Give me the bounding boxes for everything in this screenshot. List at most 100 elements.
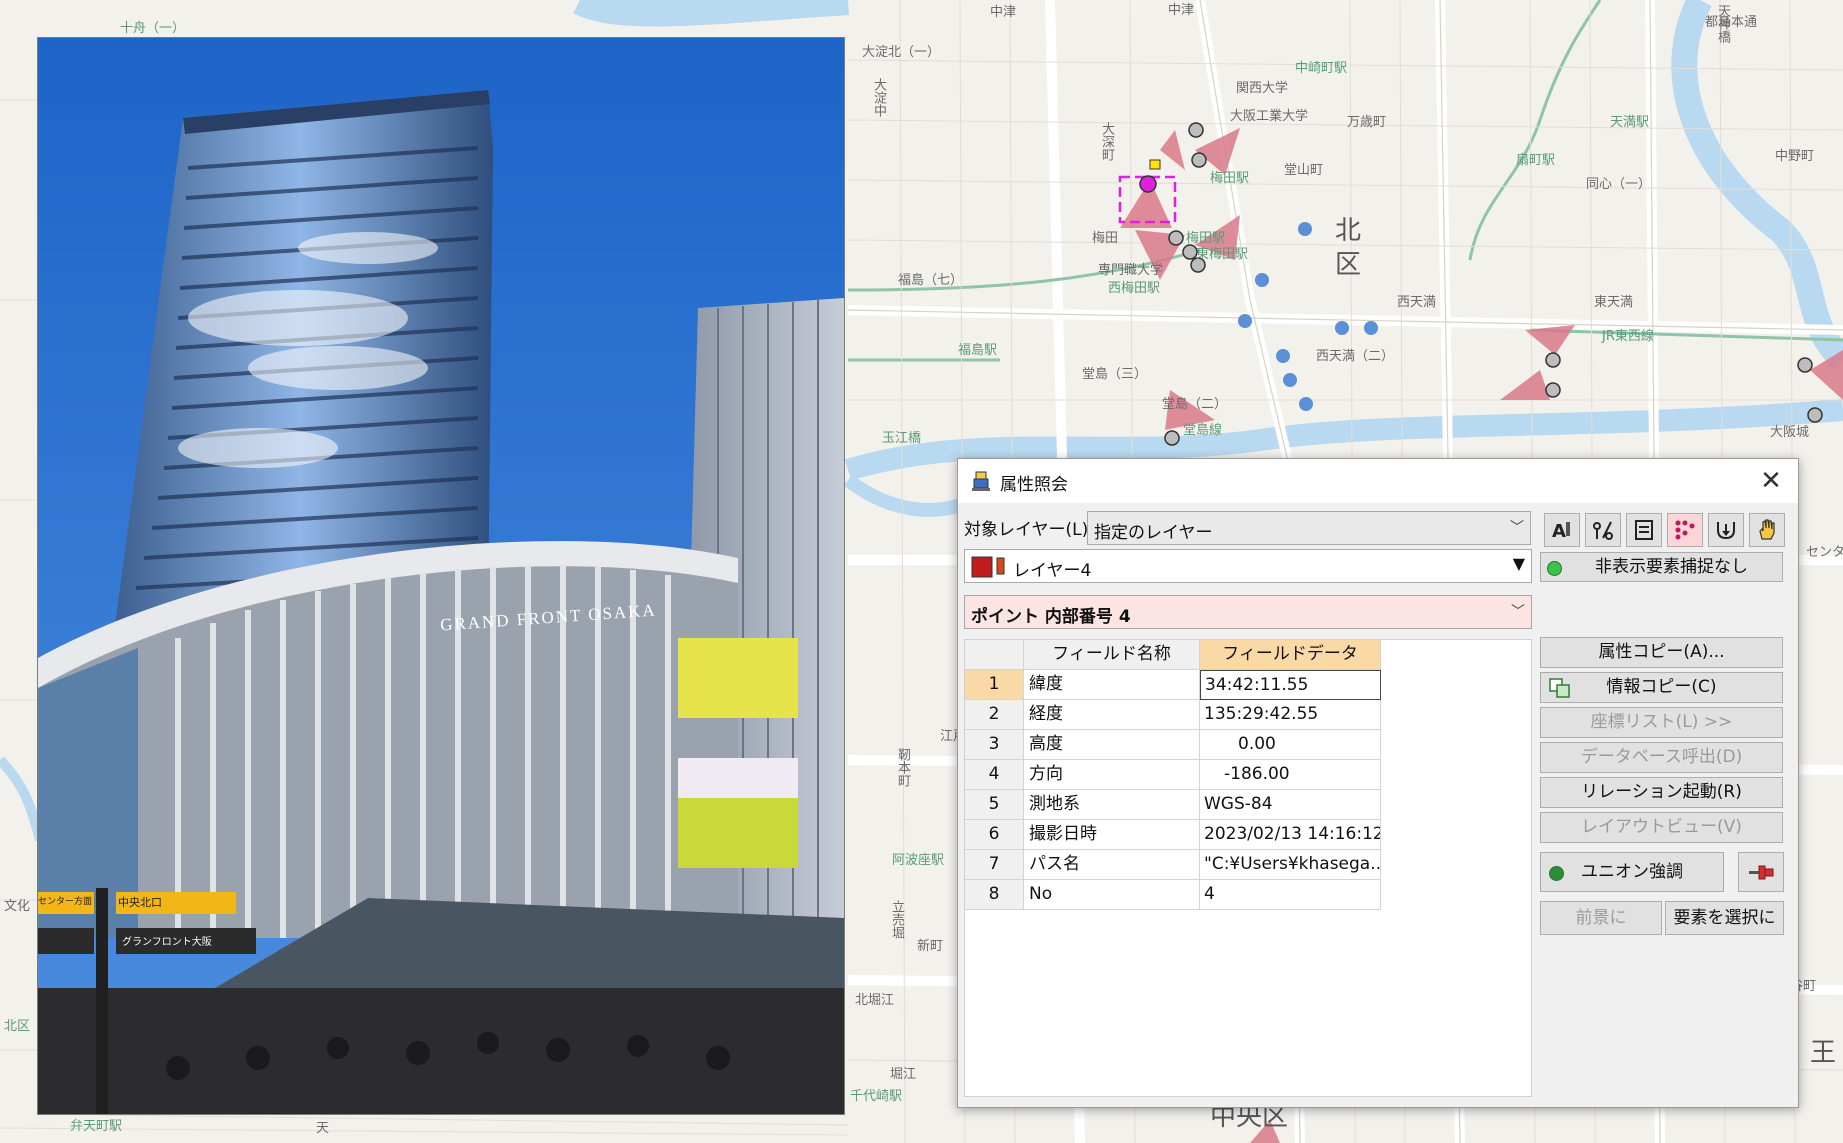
element-select[interactable]: ポイント 内部番号 4 ﹀ bbox=[964, 595, 1532, 629]
hidden-capture-label: 非表示要素捕捉なし bbox=[1595, 557, 1748, 577]
row-number[interactable]: 8 bbox=[965, 880, 1024, 910]
foreground-button[interactable]: 前景に bbox=[1540, 901, 1662, 935]
map-label: 堂島線 bbox=[1183, 423, 1223, 438]
map-label: 堂島（三） bbox=[1082, 367, 1148, 382]
row-number[interactable]: 4 bbox=[965, 760, 1024, 790]
row-number[interactable]: 1 bbox=[965, 670, 1024, 700]
field-data-cell[interactable]: 2023/02/13 14:16:12 bbox=[1200, 820, 1381, 850]
map-label: 十舟（一） bbox=[120, 21, 186, 36]
dotted-path-icon bbox=[1675, 520, 1695, 540]
pin-button[interactable] bbox=[1738, 852, 1784, 892]
row-number[interactable]: 5 bbox=[965, 790, 1024, 820]
union-highlight-button[interactable]: ユニオン強調 bbox=[1540, 852, 1724, 892]
field-name-header[interactable]: フィールド名称 bbox=[1024, 640, 1200, 670]
field-name-cell[interactable]: 緯度 bbox=[1024, 670, 1200, 700]
select-element-button[interactable]: 要素を選択に bbox=[1665, 901, 1784, 935]
map-label: 新町 bbox=[917, 939, 944, 954]
map-label: 関西大学 bbox=[1236, 81, 1289, 96]
map-label: 堂島（二） bbox=[1162, 397, 1228, 412]
hand-icon bbox=[1759, 519, 1775, 540]
map-label: JR東西線 bbox=[1602, 329, 1654, 344]
field-name-cell[interactable]: 高度 bbox=[1024, 730, 1200, 760]
pick-icon bbox=[1717, 522, 1735, 540]
map-label: 区 bbox=[1335, 250, 1362, 280]
measure-icon bbox=[1593, 521, 1613, 540]
svg-text:A: A bbox=[1552, 521, 1566, 542]
field-data-cell[interactable]: -186.00 bbox=[1200, 760, 1381, 790]
map-label: 靭本町 bbox=[895, 748, 910, 787]
field-name-cell[interactable]: 測地系 bbox=[1024, 790, 1200, 820]
map-label: 中野町 bbox=[1775, 149, 1815, 164]
field-data-cell[interactable]: "C:¥Users¥khasega... bbox=[1200, 850, 1381, 880]
attribute-table[interactable]: フィールド名称 フィールドデータ 1 緯度 34:42:11.55 2 経度 135:29… bbox=[964, 639, 1532, 1097]
field-name-cell[interactable]: No bbox=[1024, 880, 1200, 910]
info-copy-button[interactable]: 情報コピー(C) bbox=[1540, 672, 1783, 703]
field-data-cell[interactable]: 34:42:11.55 bbox=[1200, 670, 1381, 700]
map-label: 専門職大学 bbox=[1098, 263, 1164, 278]
map-label: 東天満 bbox=[1594, 295, 1634, 310]
map-label: 西梅田駅 bbox=[1108, 281, 1161, 296]
close-button[interactable]: ✕ bbox=[1754, 465, 1788, 497]
field-name-cell[interactable]: 方向 bbox=[1024, 760, 1200, 790]
map-label: 梅田駅 bbox=[1186, 231, 1226, 246]
field-data-cell[interactable]: 135:29:42.55 bbox=[1200, 700, 1381, 730]
app-icon bbox=[972, 471, 990, 491]
sign-right-top: 中央北口 bbox=[118, 896, 162, 909]
map-label: 大深町 bbox=[1099, 122, 1114, 161]
pick-tool-button[interactable] bbox=[1708, 513, 1744, 547]
status-led-icon bbox=[1547, 561, 1562, 576]
map-label: 弁天町駅 bbox=[70, 1119, 123, 1134]
map-label: センター bbox=[1806, 545, 1843, 560]
map-label: 文化 bbox=[4, 899, 31, 914]
database-call-button[interactable]: データベース呼出(D) bbox=[1540, 742, 1783, 773]
row-number[interactable]: 7 bbox=[965, 850, 1024, 880]
field-name-cell[interactable]: 経度 bbox=[1024, 700, 1200, 730]
row-number[interactable]: 6 bbox=[965, 820, 1024, 850]
map-label: 立売堀 bbox=[889, 900, 904, 939]
target-layer-label: 対象レイヤー(L) bbox=[964, 520, 1089, 540]
row-number[interactable]: 2 bbox=[965, 700, 1024, 730]
point-tool-button[interactable] bbox=[1667, 513, 1703, 547]
map-label: 千代崎駅 bbox=[850, 1089, 903, 1104]
map-label: 中津 bbox=[1168, 3, 1195, 18]
target-layer-select[interactable]: 指定のレイヤー ﹀ bbox=[1087, 511, 1531, 545]
map-label: 扇町駅 bbox=[1516, 153, 1556, 168]
map-label: 天満駅 bbox=[1610, 115, 1650, 130]
dialog-title: 属性照会 bbox=[1000, 475, 1068, 495]
grand-front-osaka-photo bbox=[38, 38, 844, 1114]
coordinate-list-button[interactable]: 座標リスト(L) >> bbox=[1540, 707, 1783, 738]
map-label: 万歳町 bbox=[1347, 115, 1387, 130]
text-tool-icon: A bbox=[1552, 521, 1570, 542]
map-label: 堀江 bbox=[890, 1067, 917, 1082]
field-name-cell[interactable]: パス名 bbox=[1024, 850, 1200, 880]
relation-launch-button[interactable]: リレーション起動(R) bbox=[1540, 777, 1783, 808]
map-label: 堂山町 bbox=[1284, 163, 1324, 178]
field-name-cell[interactable]: 撮影日時 bbox=[1024, 820, 1200, 850]
field-data-cell[interactable]: 0.00 bbox=[1200, 730, 1381, 760]
dialog-titlebar[interactable]: 属性照会 ✕ bbox=[958, 459, 1798, 503]
union-label: ユニオン強調 bbox=[1581, 862, 1683, 882]
target-layer-value: 指定のレイヤー bbox=[1094, 523, 1213, 543]
attribute-copy-button[interactable]: 属性コピー(A)... bbox=[1540, 637, 1783, 668]
info-copy-label: 情報コピー(C) bbox=[1606, 677, 1717, 697]
field-data-cell[interactable]: 4 bbox=[1200, 880, 1381, 910]
map-label: 梅田 bbox=[1092, 231, 1119, 246]
field-data-cell[interactable]: WGS-84 bbox=[1200, 790, 1381, 820]
close-icon: ✕ bbox=[1760, 466, 1782, 496]
dropdown-arrow-icon: ▼ bbox=[1512, 554, 1525, 573]
layer-select[interactable]: レイヤー4 ▼ bbox=[964, 549, 1532, 583]
map-label: 梅田駅 bbox=[1210, 171, 1250, 186]
map-label: 中津 bbox=[990, 5, 1017, 20]
measure-tool-button[interactable] bbox=[1585, 513, 1621, 547]
attribute-query-dialog: 属性照会 ✕ 対象レイヤー(L) 指定のレイヤー ﹀ レイヤー4 ▼ ポイント … bbox=[957, 458, 1799, 1108]
layout-view-button[interactable]: レイアウトビュー(V) bbox=[1540, 812, 1783, 843]
field-data-header[interactable]: フィールドデータ bbox=[1200, 640, 1381, 670]
form-tool-button[interactable] bbox=[1626, 513, 1662, 547]
hidden-capture-toggle[interactable]: 非表示要素捕捉なし bbox=[1540, 552, 1783, 582]
map-label: 天 bbox=[316, 1121, 330, 1136]
map-label: 北区 bbox=[4, 1019, 31, 1034]
layer-value: レイヤー4 bbox=[1013, 561, 1092, 581]
label-tool-button[interactable]: A bbox=[1544, 513, 1580, 547]
row-number[interactable]: 3 bbox=[965, 730, 1024, 760]
hand-tool-button[interactable] bbox=[1749, 513, 1785, 547]
